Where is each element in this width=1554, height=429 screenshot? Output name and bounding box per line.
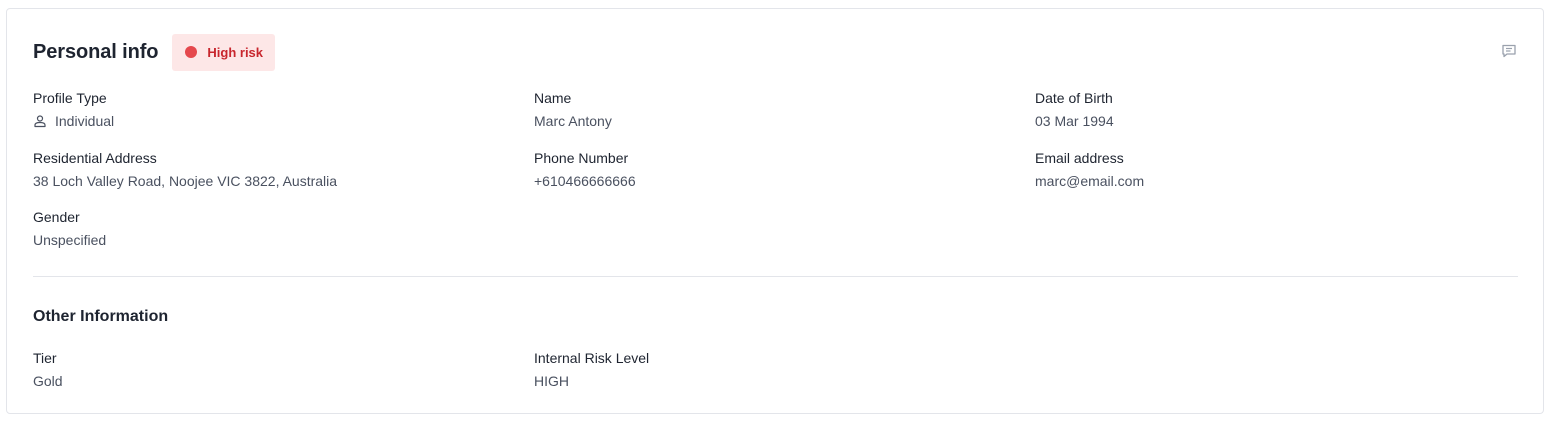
field-label: Internal Risk Level bbox=[534, 350, 650, 366]
card-title: Personal info bbox=[33, 40, 159, 63]
field-value: Unspecified bbox=[33, 232, 107, 248]
section-divider bbox=[33, 276, 1518, 277]
other-information-title: Other Information bbox=[33, 308, 169, 325]
field-value: marc@email.com bbox=[1035, 173, 1145, 189]
profile-type-value: Individual bbox=[55, 113, 115, 129]
risk-badge-label: High risk bbox=[207, 44, 264, 60]
field-label: Date of Birth bbox=[1035, 90, 1113, 106]
field-phone-number: Phone Number +610466666666 bbox=[534, 149, 636, 190]
field-tier: Tier Gold bbox=[33, 349, 63, 390]
risk-dot-icon bbox=[185, 46, 198, 58]
field-label: Gender bbox=[33, 209, 80, 225]
field-value: Gold bbox=[33, 373, 63, 389]
field-value: HIGH bbox=[534, 373, 569, 389]
field-label: Residential Address bbox=[33, 150, 157, 166]
field-value: 38 Loch Valley Road, Noojee VIC 3822, Au… bbox=[33, 173, 338, 189]
field-value: +610466666666 bbox=[534, 173, 636, 189]
field-gender: Gender Unspecified bbox=[33, 208, 106, 249]
field-value: Marc Antony bbox=[534, 113, 612, 129]
field-value: 03 Mar 1994 bbox=[1035, 113, 1114, 129]
field-residential-address: Residential Address 38 Loch Valley Road,… bbox=[33, 149, 337, 190]
card-header: Personal info High risk bbox=[33, 33, 276, 71]
field-profile-type: Profile Type Individual bbox=[33, 89, 114, 130]
field-date-of-birth: Date of Birth 03 Mar 1994 bbox=[1035, 89, 1114, 130]
field-internal-risk-level: Internal Risk Level HIGH bbox=[534, 349, 649, 390]
field-label: Name bbox=[534, 90, 572, 106]
risk-badge: High risk bbox=[172, 33, 276, 71]
person-icon bbox=[33, 114, 47, 128]
field-label: Email address bbox=[1035, 150, 1124, 166]
field-label: Tier bbox=[33, 350, 57, 366]
field-label: Profile Type bbox=[33, 90, 107, 106]
field-email-address: Email address marc@email.com bbox=[1035, 149, 1144, 190]
personal-info-card: Personal info High risk Profile Type Ind… bbox=[6, 8, 1544, 414]
comment-icon[interactable] bbox=[1501, 43, 1517, 59]
field-value: Individual bbox=[33, 112, 114, 130]
field-label: Phone Number bbox=[534, 150, 629, 166]
field-name: Name Marc Antony bbox=[534, 89, 612, 130]
